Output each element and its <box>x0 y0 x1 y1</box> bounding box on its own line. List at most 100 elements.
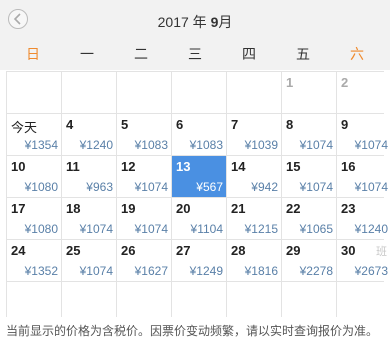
calendar-day-cell[interactable]: 14 ¥942 <box>227 156 281 197</box>
day-price: ¥1080 <box>24 222 58 236</box>
weekday-sat: 六 <box>350 46 364 62</box>
calendar-day-cell: 2 <box>337 72 390 113</box>
calendar-day-cell[interactable]: 15 ¥1074 <box>282 156 336 197</box>
day-price: ¥1074 <box>79 264 113 278</box>
day-number: 2 <box>341 75 349 90</box>
calendar-day-cell[interactable]: 13 ¥567 <box>172 156 226 197</box>
day-number: 27 <box>176 243 191 258</box>
day-number: 24 <box>11 243 26 258</box>
calendar-day-cell[interactable]: 26 ¥1627 <box>117 240 171 281</box>
calendar-empty-cell <box>172 282 226 323</box>
day-price: ¥1104 <box>190 222 223 236</box>
day-price: ¥1074 <box>79 222 113 236</box>
calendar-day-cell[interactable]: 11 ¥963 <box>62 156 116 197</box>
year-label: 2017 年 <box>157 14 207 30</box>
day-price: ¥1240 <box>354 222 388 236</box>
day-number: 26 <box>121 243 136 258</box>
price-disclaimer: 当前显示的价格为含税价。因票价变动频繁，请以实时查询报价为准。 <box>6 324 379 338</box>
day-price: ¥1039 <box>244 138 278 152</box>
calendar-day-cell[interactable]: 16 ¥1074 <box>337 156 390 197</box>
calendar-empty-cell <box>282 282 336 323</box>
day-price: ¥1074 <box>134 222 168 236</box>
day-price: ¥2673 <box>354 264 388 278</box>
day-price: ¥1816 <box>244 264 278 278</box>
day-number: 19 <box>121 201 136 216</box>
day-number: 21 <box>231 201 246 216</box>
day-price: ¥1074 <box>299 138 333 152</box>
day-price: ¥1080 <box>24 180 58 194</box>
calendar-day-cell[interactable]: 20 ¥1104 <box>172 198 226 239</box>
month-suffix: 月 <box>218 14 233 30</box>
calendar-empty-cell <box>7 72 61 113</box>
weekday-fri: 五 <box>296 46 310 62</box>
day-number: 12 <box>121 159 136 174</box>
day-number: 1 <box>286 75 294 90</box>
calendar-empty-cell <box>117 282 171 323</box>
calendar-empty-cell <box>62 282 116 323</box>
day-price: ¥942 <box>251 180 278 194</box>
day-number: 6 <box>176 117 184 132</box>
calendar-day-cell[interactable]: 5 ¥1083 <box>117 114 171 155</box>
calendar-grid: 1 2 今天 ¥1354 4 ¥1240 5 ¥1083 6 ¥1083 7 ¥1039 8 ¥1074 9… <box>6 71 390 323</box>
weekday-tue: 二 <box>134 46 148 62</box>
month-title: 2017 年 9月 <box>0 12 390 32</box>
day-price: ¥1249 <box>189 264 223 278</box>
day-price: ¥1065 <box>299 222 333 236</box>
calendar-day-cell[interactable]: 10 ¥1080 <box>7 156 61 197</box>
day-price: ¥1074 <box>299 180 333 194</box>
day-price: ¥567 <box>196 180 223 194</box>
day-price: ¥1240 <box>79 138 113 152</box>
calendar-empty-cell <box>337 282 390 323</box>
day-number: 20 <box>176 201 191 216</box>
day-price: ¥1627 <box>134 264 168 278</box>
calendar-day-cell[interactable]: 28 ¥1816 <box>227 240 281 281</box>
calendar-empty-cell <box>227 282 281 323</box>
calendar-day-cell[interactable]: 27 ¥1249 <box>172 240 226 281</box>
calendar-day-cell[interactable]: 22 ¥1065 <box>282 198 336 239</box>
calendar-day-cell: 1 <box>282 72 336 113</box>
calendar-day-cell[interactable]: 6 ¥1083 <box>172 114 226 155</box>
day-number: 22 <box>286 201 301 216</box>
day-number: 11 <box>66 159 80 174</box>
day-number: 8 <box>286 117 294 132</box>
weekday-row: 日 一 二 三 四 五 六 <box>6 42 384 66</box>
day-price: ¥1074 <box>354 138 388 152</box>
day-number: 28 <box>231 243 246 258</box>
day-number: 29 <box>286 243 301 258</box>
calendar-day-cell[interactable]: 7 ¥1039 <box>227 114 281 155</box>
calendar-day-cell[interactable]: 8 ¥1074 <box>282 114 336 155</box>
day-price: ¥1083 <box>134 138 168 152</box>
day-number: 4 <box>66 117 74 132</box>
day-number: 10 <box>11 159 26 174</box>
day-price: ¥1354 <box>24 138 58 152</box>
day-number: 5 <box>121 117 129 132</box>
calendar-day-cell[interactable]: 24 ¥1352 <box>7 240 61 281</box>
day-number: 13 <box>176 159 191 174</box>
day-number: 今天 <box>11 120 38 135</box>
calendar-day-cell[interactable]: 12 ¥1074 <box>117 156 171 197</box>
weekday-sun: 日 <box>26 46 40 62</box>
day-price: ¥963 <box>86 180 113 194</box>
calendar-day-cell[interactable]: 30 ¥2673 班 <box>337 240 390 281</box>
calendar-day-cell[interactable]: 19 ¥1074 <box>117 198 171 239</box>
day-price: ¥1352 <box>24 264 58 278</box>
day-price: ¥1074 <box>134 180 168 194</box>
calendar-day-cell[interactable]: 25 ¥1074 <box>62 240 116 281</box>
weekday-thu: 四 <box>242 46 256 62</box>
calendar-day-cell[interactable]: 21 ¥1215 <box>227 198 281 239</box>
calendar-day-cell[interactable]: 9 ¥1074 <box>337 114 390 155</box>
calendar-day-cell[interactable]: 29 ¥2278 <box>282 240 336 281</box>
calendar-day-cell[interactable]: 4 ¥1240 <box>62 114 116 155</box>
calendar-day-cell[interactable]: 23 ¥1240 <box>337 198 390 239</box>
day-number: 25 <box>66 243 81 258</box>
calendar-day-cell[interactable]: 17 ¥1080 <box>7 198 61 239</box>
calendar-day-cell[interactable]: 18 ¥1074 <box>62 198 116 239</box>
day-price: ¥2278 <box>299 264 333 278</box>
calendar-empty-cell <box>117 72 171 113</box>
day-number: 15 <box>286 159 301 174</box>
calendar-day-cell[interactable]: 今天 ¥1354 <box>7 114 61 155</box>
workday-tag: 班 <box>376 246 387 258</box>
calendar-empty-cell <box>7 282 61 323</box>
day-number: 9 <box>341 117 349 132</box>
calendar-header: 2017 年 9月 日 一 二 三 四 五 六 <box>0 0 390 70</box>
